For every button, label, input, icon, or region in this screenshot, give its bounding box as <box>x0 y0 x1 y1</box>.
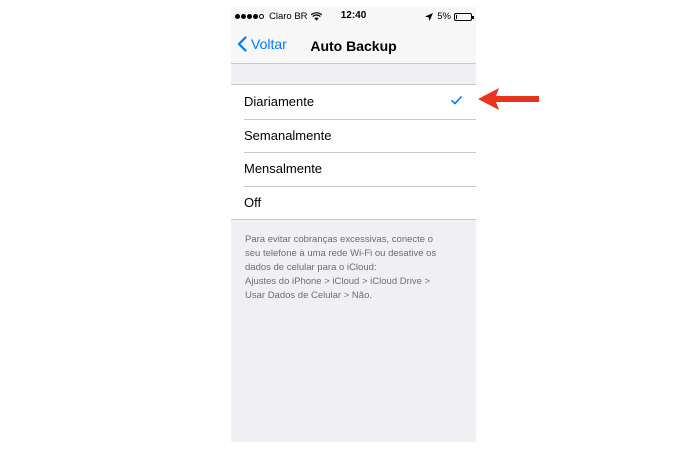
navigation-bar: Voltar Auto Backup <box>231 27 476 64</box>
footer-line: Para evitar cobranças excessivas, conect… <box>245 234 433 245</box>
option-label: Semanalmente <box>244 127 332 143</box>
footer-line: dados de celular para o iCloud: <box>245 262 377 273</box>
footer-line: Usar Dados de Celular > Não. <box>245 290 372 301</box>
footer-line: seu telefone à uma rede Wi-Fi ou desativ… <box>245 248 437 259</box>
option-diariamente[interactable]: Diariamente <box>231 85 476 119</box>
option-label: Diariamente <box>244 94 315 110</box>
footer-note: Para evitar cobranças excessivas, conect… <box>245 233 467 303</box>
phone-screen: Claro BR 12:40 5% Voltar Auto Backup Dia… <box>231 7 476 442</box>
option-label: Mensalmente <box>244 161 323 177</box>
footer-line: Ajustes do iPhone > iCloud > iCloud Driv… <box>245 276 431 287</box>
option-semanalmente[interactable]: Semanalmente <box>231 118 476 153</box>
frequency-list: Diariamente Semanalmente Mensalmente Off <box>231 84 476 220</box>
option-label: Off <box>244 194 262 210</box>
location-icon <box>425 12 434 21</box>
page-title: Auto Backup <box>310 38 397 54</box>
battery-percent: 5% <box>437 11 451 22</box>
battery-fill <box>456 14 457 19</box>
option-off[interactable]: Off <box>231 185 476 220</box>
status-bar: Claro BR 12:40 5% <box>231 7 476 27</box>
checkmark-icon <box>451 96 462 105</box>
option-mensalmente[interactable]: Mensalmente <box>231 152 476 186</box>
status-right: 5% <box>425 11 474 22</box>
battery-icon <box>454 12 474 21</box>
red-arrow-icon <box>478 88 539 110</box>
